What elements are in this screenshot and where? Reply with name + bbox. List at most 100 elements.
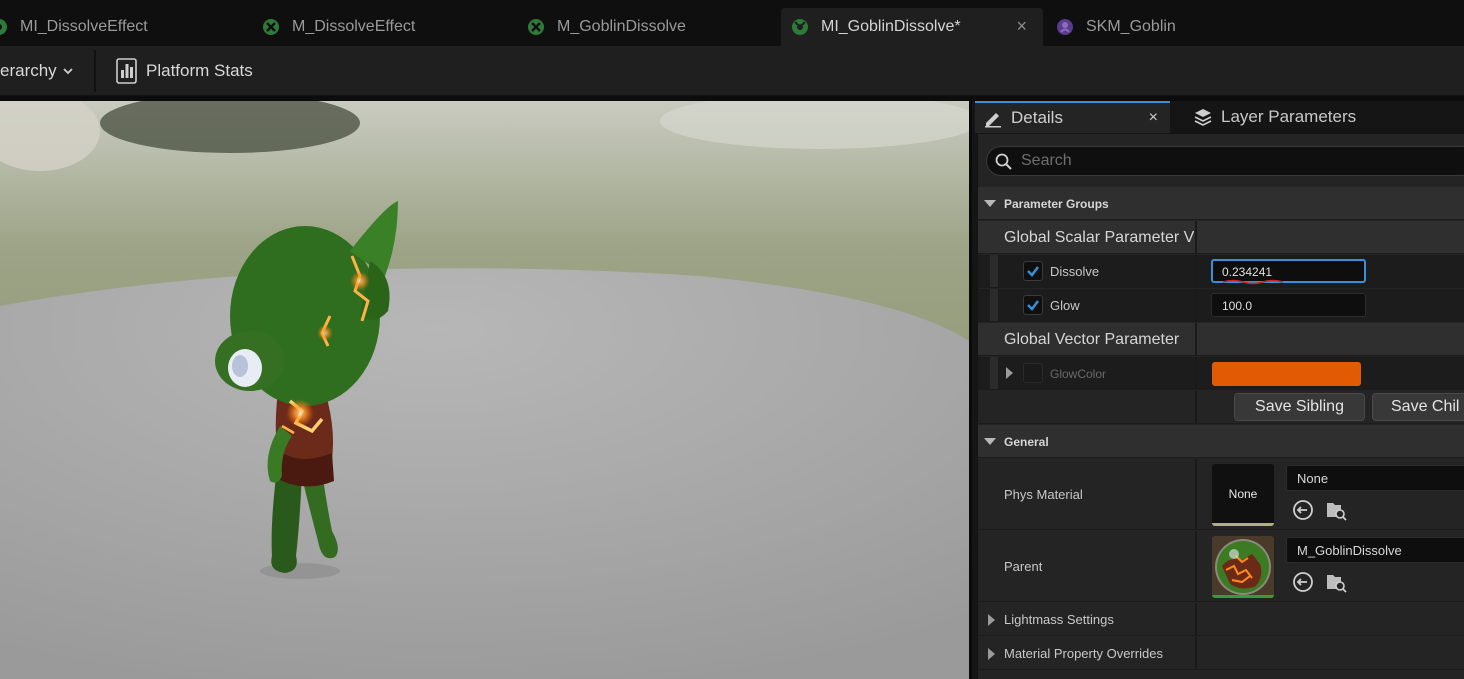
column-divider <box>1195 459 1197 529</box>
phys-material-combo[interactable]: None <box>1286 465 1464 491</box>
parent-label: Parent <box>1004 559 1043 574</box>
tab-label: M_DissolveEffect <box>292 18 416 35</box>
skeletal-mesh-icon <box>1057 19 1073 35</box>
glowcolor-checkbox[interactable] <box>1023 363 1043 383</box>
column-divider <box>1195 391 1197 423</box>
global-vector-title: Global Vector Parameter <box>1004 331 1180 348</box>
dissolve-checkbox[interactable] <box>1023 261 1043 281</box>
material-instance-icon <box>0 19 7 35</box>
asset-tab-bar: MI_DissolveEffect M_DissolveEffect M_Gob… <box>0 0 1464 46</box>
checkmark-icon <box>1027 300 1039 311</box>
preview-viewport[interactable] <box>0 101 969 679</box>
parameter-groups-title: Parameter Groups <box>1004 197 1109 211</box>
use-selected-asset-icon[interactable] <box>1292 571 1314 593</box>
global-scalar-title: Global Scalar Parameter V <box>1004 229 1194 246</box>
column-divider <box>1195 637 1197 669</box>
glow-checkbox[interactable] <box>1023 295 1043 315</box>
pencil-icon <box>985 113 1001 128</box>
column-divider <box>1195 531 1197 601</box>
general-title: General <box>1004 435 1049 449</box>
layers-icon <box>1194 109 1212 126</box>
phys-material-thumbnail[interactable]: None <box>1212 464 1274 526</box>
column-divider <box>1195 357 1197 389</box>
tab-details[interactable]: Details × <box>975 101 1170 133</box>
glow-value-input[interactable]: 100.0 <box>1211 293 1366 317</box>
tab-mi-dissolve-effect[interactable]: MI_DissolveEffect <box>0 8 250 46</box>
expand-arrow-icon <box>988 648 995 660</box>
global-vector-group-header[interactable]: Global Vector Parameter <box>978 323 1464 356</box>
save-child-button[interactable]: Save Chil <box>1372 393 1464 421</box>
material-preview-sphere <box>1212 536 1274 595</box>
tab-label: MI_DissolveEffect <box>20 18 148 35</box>
search-box <box>986 146 1464 176</box>
tab-label: MI_GoblinDissolve* <box>821 18 961 35</box>
chevron-down-icon <box>63 68 73 75</box>
tab-label: M_GoblinDissolve <box>557 18 686 35</box>
phys-material-label: Phys Material <box>1004 487 1083 502</box>
global-scalar-group-header[interactable]: Global Scalar Parameter V <box>978 221 1464 254</box>
dissolve-label: Dissolve <box>1050 264 1100 279</box>
close-details-button[interactable]: × <box>1149 109 1158 127</box>
platform-stats-label: Platform Stats <box>146 61 253 80</box>
column-divider <box>1195 323 1197 355</box>
column-divider <box>1195 221 1197 253</box>
details-tab-strip: Details × Layer Parameters <box>972 101 1464 133</box>
material-overrides-label: Material Property Overrides <box>1004 646 1163 661</box>
glowcolor-parameter-row: GlowColor <box>978 357 1464 390</box>
save-sibling-button[interactable]: Save Sibling <box>1234 393 1365 421</box>
collapse-arrow-icon[interactable] <box>1006 367 1013 379</box>
browse-asset-icon[interactable] <box>1325 571 1347 593</box>
expand-arrow-icon <box>984 200 996 207</box>
tab-m-dissolve-effect[interactable]: M_DissolveEffect <box>262 8 512 46</box>
toolbar-separator <box>94 50 96 92</box>
details-tab-label: Details <box>1011 108 1063 127</box>
indent-bar <box>990 255 998 287</box>
glow-label: Glow <box>1050 298 1080 313</box>
parent-combo[interactable]: M_GoblinDissolve <box>1286 537 1464 563</box>
use-selected-asset-icon[interactable] <box>1292 499 1314 521</box>
viewport-scene <box>0 101 969 679</box>
parent-material-thumbnail[interactable] <box>1212 536 1274 598</box>
expand-arrow-icon <box>988 614 995 626</box>
toolbar: erarchy Platform Stats <box>0 46 1464 96</box>
column-divider <box>1195 289 1197 321</box>
search-icon <box>995 153 1012 170</box>
platform-stats-button[interactable]: Platform Stats <box>116 46 253 96</box>
layer-parameters-label: Layer Parameters <box>1221 107 1357 126</box>
glowcolor-label: GlowColor <box>1050 367 1107 381</box>
tab-layer-parameters[interactable]: Layer Parameters <box>1185 101 1356 133</box>
material-overrides-row[interactable]: Material Property Overrides <box>978 637 1464 670</box>
tab-skm-goblin[interactable]: SKM_Goblin <box>1056 8 1306 46</box>
parent-row: Parent M_GoblinDissolve <box>978 531 1464 602</box>
platform-stats-icon <box>116 58 137 84</box>
material-instance-icon <box>792 19 808 35</box>
glow-parameter-row: Glow 100.0 <box>978 289 1464 322</box>
search-input[interactable] <box>1021 147 1461 175</box>
hierarchy-label: erarchy <box>0 61 57 80</box>
close-tab-button[interactable]: × <box>1016 17 1027 35</box>
lightmass-settings-label: Lightmass Settings <box>1004 612 1114 627</box>
lightmass-settings-row[interactable]: Lightmass Settings <box>978 603 1464 636</box>
save-buttons-row: Save Sibling Save Chil <box>978 391 1464 424</box>
tab-mi-goblin-dissolve[interactable]: MI_GoblinDissolve* × <box>781 8 1043 46</box>
column-divider <box>1195 255 1197 287</box>
indent-bar <box>990 289 998 321</box>
column-divider <box>1195 603 1197 635</box>
details-panel: Details × Layer Parameters Parameter Gro… <box>969 101 1464 679</box>
tab-label: SKM_Goblin <box>1086 18 1176 35</box>
hierarchy-dropdown[interactable]: erarchy <box>0 46 94 96</box>
phys-material-row: Phys Material None None <box>978 459 1464 530</box>
material-icon <box>263 19 279 35</box>
details-content: Parameter Groups Global Scalar Parameter… <box>978 134 1464 679</box>
checkmark-icon <box>1027 266 1039 277</box>
indent-bar <box>990 357 998 389</box>
material-icon <box>528 19 544 35</box>
parameter-groups-header[interactable]: Parameter Groups <box>978 187 1464 220</box>
dissolve-parameter-row: Dissolve 0.234241 <box>978 255 1464 288</box>
glowcolor-swatch[interactable] <box>1212 362 1361 386</box>
tab-m-goblin-dissolve[interactable]: M_GoblinDissolve <box>527 8 777 46</box>
browse-asset-icon[interactable] <box>1325 499 1347 521</box>
expand-arrow-icon <box>984 438 996 445</box>
general-section-header[interactable]: General <box>978 425 1464 458</box>
spellcheck-underline <box>1223 279 1284 285</box>
